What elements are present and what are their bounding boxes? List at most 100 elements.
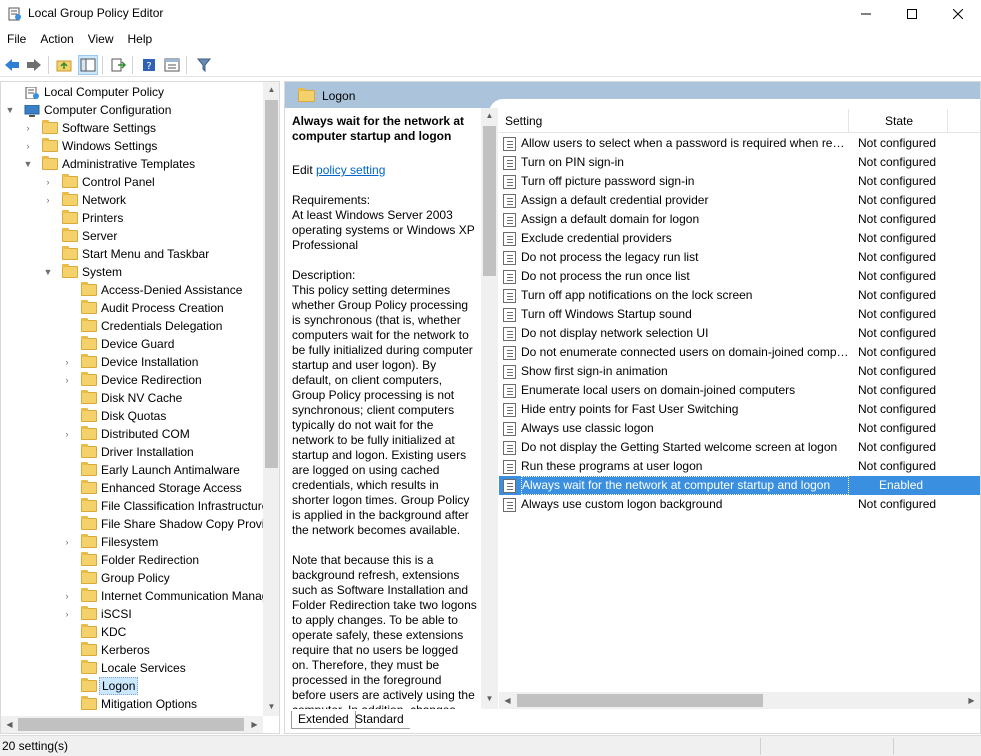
setting-row[interactable]: Turn off app notifications on the lock s… [499,286,980,305]
collapsed-chevron-icon[interactable]: › [23,137,33,155]
tree-item[interactable]: › Device Installation [1,353,263,371]
tree-item[interactable]: ▼ Computer Configuration [1,101,263,119]
tree-item[interactable]: Mitigation Options [1,695,263,713]
menu-action[interactable]: Action [33,29,80,50]
scroll-down-arrow-icon[interactable]: ▼ [263,702,279,711]
tree-item[interactable]: › Software Settings [1,119,263,137]
expanded-chevron-icon[interactable]: ▼ [23,155,33,173]
collapsed-chevron-icon[interactable]: › [62,425,72,443]
forward-button[interactable] [24,55,44,75]
collapsed-chevron-icon[interactable]: › [62,605,72,623]
close-button[interactable] [935,0,981,28]
tree-item[interactable]: Kerberos [1,641,263,659]
setting-row[interactable]: Always use classic logon Not configured [499,419,980,438]
tree-item[interactable]: Disk Quotas [1,407,263,425]
tree-item[interactable]: Start Menu and Taskbar [1,245,263,263]
setting-row[interactable]: Assign a default credential provider Not … [499,191,980,210]
tree-item[interactable]: ▼ System [1,263,263,281]
setting-row[interactable]: Turn on PIN sign-in Not configured [499,153,980,172]
list-horizontal-scrollbar[interactable]: ◀ ▶ [499,692,980,709]
tree-item[interactable]: KDC [1,623,263,641]
tree-item[interactable]: Server [1,227,263,245]
setting-row[interactable]: Always use custom logon background Not co… [499,495,980,514]
tab-extended[interactable]: Extended [291,711,356,729]
tree-item[interactable]: Enhanced Storage Access [1,479,263,497]
menu-file[interactable]: File [0,29,33,50]
scroll-up-arrow-icon[interactable]: ▲ [481,111,498,120]
expanded-chevron-icon[interactable]: ▼ [5,101,15,119]
menu-view[interactable]: View [81,29,121,50]
tree-item[interactable]: › Filesystem [1,533,263,551]
setting-row[interactable]: Enumerate local users on domain-joined c… [499,381,980,400]
tree-item[interactable]: File Classification Infrastructure [1,497,268,515]
tree-item[interactable]: Locale Services [1,659,263,677]
collapsed-chevron-icon[interactable]: › [62,533,72,551]
scroll-right-arrow-icon[interactable]: ▶ [963,696,980,705]
setting-row[interactable]: Turn off picture password sign-in Not con… [499,172,980,191]
show-hide-tree-button[interactable] [78,55,98,75]
filter-button[interactable] [194,55,214,75]
scroll-up-arrow-icon[interactable]: ▲ [263,85,279,94]
scroll-down-arrow-icon[interactable]: ▼ [481,694,498,703]
tab-standard[interactable]: Standard [349,711,410,729]
tree-item[interactable]: Printers [1,209,263,227]
tree-item[interactable]: Local Computer Policy [1,83,263,101]
setting-row[interactable]: Always wait for the network at computer … [499,476,980,495]
help-button[interactable]: ? [139,55,159,75]
tree-hscroll-thumb[interactable] [18,718,244,731]
tree-item[interactable]: › iSCSI [1,605,263,623]
tree-vertical-scrollbar[interactable]: ▲ ▼ [263,82,279,716]
collapsed-chevron-icon[interactable]: › [43,191,53,209]
collapsed-chevron-icon[interactable]: › [43,173,53,191]
scroll-right-arrow-icon[interactable]: ▶ [246,720,263,729]
expanded-chevron-icon[interactable]: ▼ [43,263,53,281]
properties-button[interactable] [162,55,182,75]
collapsed-chevron-icon[interactable]: › [62,587,72,605]
tree-item[interactable]: › Device Redirection [1,371,263,389]
tree-item[interactable]: Group Policy [1,569,263,587]
collapsed-chevron-icon[interactable]: › [62,371,72,389]
tree-item[interactable]: Folder Redirection [1,551,263,569]
tree-item[interactable]: › Windows Settings [1,137,263,155]
setting-row[interactable]: Hide entry points for Fast User Switchin… [499,400,980,419]
minimize-button[interactable] [843,0,889,28]
tree-item[interactable]: Disk NV Cache [1,389,263,407]
setting-row[interactable]: Allow users to select when a password is… [499,134,980,153]
scroll-left-arrow-icon[interactable]: ◀ [499,696,516,705]
tree-item[interactable]: Access-Denied Assistance [1,281,263,299]
maximize-button[interactable] [889,0,935,28]
setting-row[interactable]: Do not enumerate connected users on doma… [499,343,980,362]
description-scroll-thumb[interactable] [483,126,496,276]
tree-item[interactable]: Early Launch Antimalware [1,461,263,479]
tree-item[interactable]: Credentials Delegation [1,317,263,335]
setting-row[interactable]: Show first sign-in animation Not configur… [499,362,980,381]
setting-row[interactable]: Run these programs at user logon Not conf… [499,457,980,476]
list-hscroll-thumb[interactable] [517,694,763,707]
tree-item[interactable]: File Share Shadow Copy Provider [1,515,279,533]
export-list-button[interactable] [108,55,128,75]
up-one-level-button[interactable] [54,55,74,75]
tree-item[interactable]: Audit Process Creation [1,299,263,317]
column-header-setting[interactable]: Setting [505,114,542,128]
setting-row[interactable]: Do not display network selection UI Not c… [499,324,980,343]
setting-row[interactable]: Turn off Windows Startup sound Not config… [499,305,980,324]
edit-policy-link[interactable]: policy setting [316,163,385,177]
menu-help[interactable]: Help [121,29,160,50]
description-scrollbar[interactable]: ▲ ▼ [481,108,498,709]
setting-row[interactable]: Do not process the run once list Not conf… [499,267,980,286]
tree-horizontal-scrollbar[interactable]: ◀ ▶ [1,716,263,733]
collapsed-chevron-icon[interactable]: › [62,353,72,371]
tree-item[interactable]: ▼ Administrative Templates [1,155,263,173]
setting-row[interactable]: Assign a default domain for logon Not con… [499,210,980,229]
tree-item[interactable]: › Control Panel [1,173,263,191]
tree-item[interactable]: › Distributed COM [1,425,263,443]
tree-item[interactable]: › Network [1,191,263,209]
scroll-left-arrow-icon[interactable]: ◀ [1,720,18,729]
tree-item[interactable]: Device Guard [1,335,263,353]
setting-row[interactable]: Do not process the legacy run list Not co… [499,248,980,267]
tree-scroll-thumb[interactable] [265,100,278,468]
tree-item[interactable]: Logon [1,677,263,695]
tree-item[interactable]: › Internet Communication Management [1,587,279,605]
tree-item[interactable]: Driver Installation [1,443,263,461]
setting-row[interactable]: Exclude credential providers Not configur… [499,229,980,248]
